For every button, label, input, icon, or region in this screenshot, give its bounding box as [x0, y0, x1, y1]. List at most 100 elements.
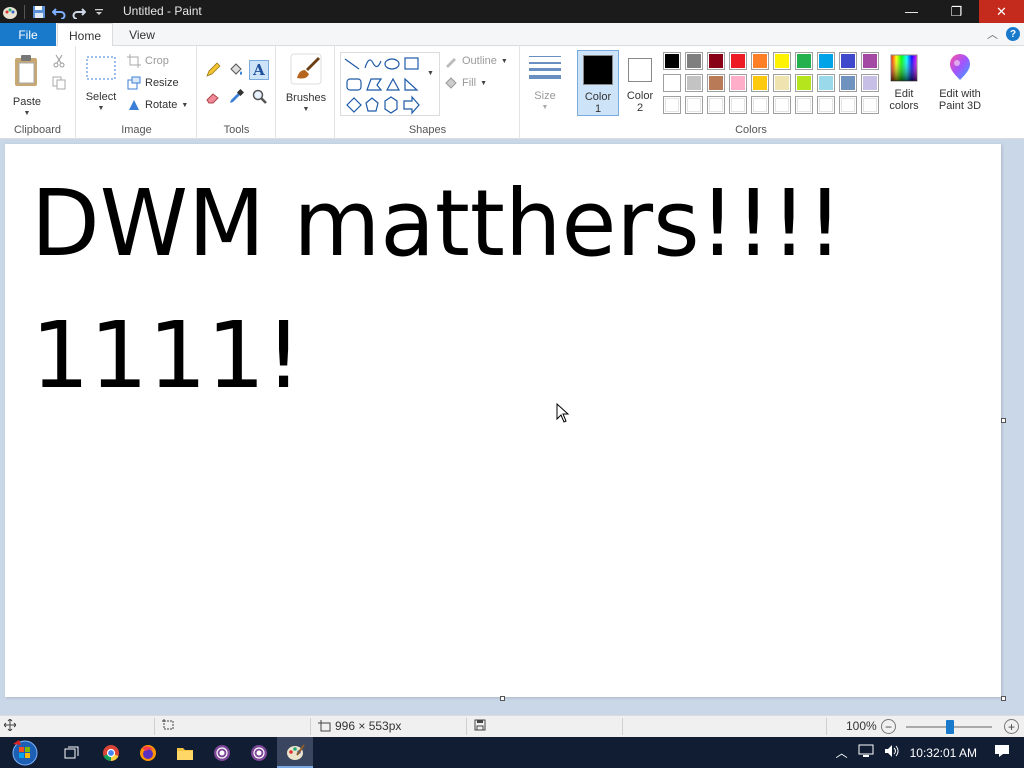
palette-swatch[interactable]	[839, 52, 857, 70]
palette-swatch[interactable]	[663, 74, 681, 92]
action-center-icon[interactable]	[994, 744, 1010, 761]
text-tool[interactable]: A	[249, 60, 269, 80]
resize-handle-right[interactable]	[1001, 418, 1006, 423]
outline-icon	[446, 58, 456, 68]
zoom-in-button[interactable]: +	[1004, 719, 1019, 734]
outline-button[interactable]: Outline ▼	[444, 54, 508, 68]
cut-button[interactable]	[52, 54, 66, 68]
quick-access-toolbar	[0, 0, 109, 23]
tab-home[interactable]: Home	[57, 23, 113, 47]
zoom-out-button[interactable]: −	[881, 719, 896, 734]
palette-swatch[interactable]	[707, 52, 725, 70]
resize-handle-bottom[interactable]	[500, 696, 505, 701]
redo-icon[interactable]	[69, 2, 89, 22]
fill-dropdown-icon: ▼	[480, 79, 487, 87]
select-button[interactable]: Select ▼	[83, 54, 119, 115]
brushes-button[interactable]: Brushes ▼	[283, 52, 329, 116]
start-button[interactable]	[4, 737, 46, 768]
fill-bucket-icon	[230, 63, 242, 75]
copy-button[interactable]	[52, 76, 66, 90]
palette-swatch[interactable]	[773, 96, 791, 114]
palette-swatch[interactable]	[795, 52, 813, 70]
palette-swatch[interactable]	[751, 96, 769, 114]
tor-browser-app-2[interactable]	[241, 737, 277, 768]
minimize-button[interactable]: —	[889, 0, 934, 23]
canvas-workspace[interactable]: DWM matthers!!!! 1111!	[0, 140, 1024, 715]
palette-swatch[interactable]	[707, 96, 725, 114]
maximize-button[interactable]: ❐	[934, 0, 979, 23]
image-size-text: 996 × 553px	[335, 719, 402, 733]
color1-button[interactable]: Color 1	[577, 50, 619, 116]
zoom-slider-thumb[interactable]	[946, 720, 954, 734]
shapes-group: ▼ Outline ▼ Fill ▼ Shapes	[336, 46, 520, 139]
qat-separator	[24, 4, 25, 19]
resize-handle-corner[interactable]	[1001, 696, 1006, 701]
color2-button[interactable]: Color 2	[621, 50, 659, 116]
paste-button[interactable]: Paste ▼	[8, 54, 46, 120]
ribbon-tabs: File Home View ︿ ?	[0, 23, 1024, 47]
close-button[interactable]: ✕	[979, 0, 1024, 23]
palette-swatch[interactable]	[861, 74, 879, 92]
resize-button[interactable]: Resize	[127, 76, 179, 90]
network-icon[interactable]	[858, 744, 874, 761]
palette-swatch[interactable]	[729, 52, 747, 70]
palette-swatch-color	[797, 76, 811, 90]
save-icon[interactable]	[29, 2, 49, 22]
palette-swatch[interactable]	[839, 96, 857, 114]
tor-browser-app[interactable]	[204, 737, 240, 768]
size-button[interactable]: Size ▼	[527, 54, 563, 114]
show-hidden-icons-icon[interactable]: ︿	[836, 744, 848, 761]
palette-swatch[interactable]	[861, 52, 879, 70]
fill-tool[interactable]	[228, 62, 244, 78]
shapes-more-icon[interactable]: ▼	[427, 70, 434, 77]
palette-swatch[interactable]	[861, 96, 879, 114]
palette-swatch[interactable]	[817, 74, 835, 92]
palette-swatch[interactable]	[773, 74, 791, 92]
palette-swatch[interactable]	[751, 52, 769, 70]
palette-swatch[interactable]	[685, 74, 703, 92]
palette-swatch[interactable]	[663, 52, 681, 70]
paint-app[interactable]	[277, 737, 313, 768]
chrome-app[interactable]	[93, 737, 129, 768]
crop-button[interactable]: Crop	[127, 54, 169, 68]
paint-app-icon[interactable]	[0, 2, 20, 22]
palette-swatch[interactable]	[751, 74, 769, 92]
shapes-gallery[interactable]	[340, 52, 440, 116]
help-icon[interactable]: ?	[1006, 27, 1020, 41]
color-picker-tool[interactable]	[228, 89, 244, 105]
palette-swatch[interactable]	[685, 52, 703, 70]
volume-icon[interactable]	[884, 744, 900, 761]
folder-icon	[177, 747, 193, 760]
palette-swatch[interactable]	[729, 74, 747, 92]
palette-swatch[interactable]	[707, 74, 725, 92]
customize-qat-icon[interactable]	[89, 2, 109, 22]
magnifier-tool[interactable]	[252, 89, 268, 105]
palette-swatch-color	[819, 54, 833, 68]
drawing-canvas[interactable]: DWM matthers!!!! 1111!	[5, 144, 1001, 697]
firefox-app[interactable]	[130, 737, 166, 768]
palette-swatch[interactable]	[795, 96, 813, 114]
rotate-button[interactable]: Rotate ▼	[127, 98, 188, 112]
palette-swatch[interactable]	[663, 96, 681, 114]
undo-icon[interactable]	[49, 2, 69, 22]
palette-swatch-color	[709, 76, 723, 90]
collapse-ribbon-icon[interactable]: ︿	[987, 26, 998, 42]
eraser-tool[interactable]	[205, 89, 221, 105]
pencil-tool[interactable]	[205, 62, 221, 78]
tab-view[interactable]: View	[116, 23, 168, 47]
fill-button[interactable]: Fill ▼	[444, 76, 487, 90]
clock[interactable]: 10:32:01 AM	[910, 746, 977, 760]
palette-swatch[interactable]	[817, 96, 835, 114]
task-view-button[interactable]	[54, 737, 90, 768]
palette-swatch[interactable]	[729, 96, 747, 114]
tab-file[interactable]: File	[0, 23, 56, 46]
palette-swatch[interactable]	[795, 74, 813, 92]
palette-swatch[interactable]	[839, 74, 857, 92]
palette-swatch[interactable]	[773, 52, 791, 70]
palette-swatch-color	[775, 54, 789, 68]
edit-colors-button[interactable]: Edit colors	[885, 54, 923, 112]
palette-swatch[interactable]	[817, 52, 835, 70]
edit-with-paint3d-button[interactable]: Edit with Paint 3D	[933, 54, 987, 112]
file-explorer-app[interactable]	[167, 737, 203, 768]
palette-swatch[interactable]	[685, 96, 703, 114]
